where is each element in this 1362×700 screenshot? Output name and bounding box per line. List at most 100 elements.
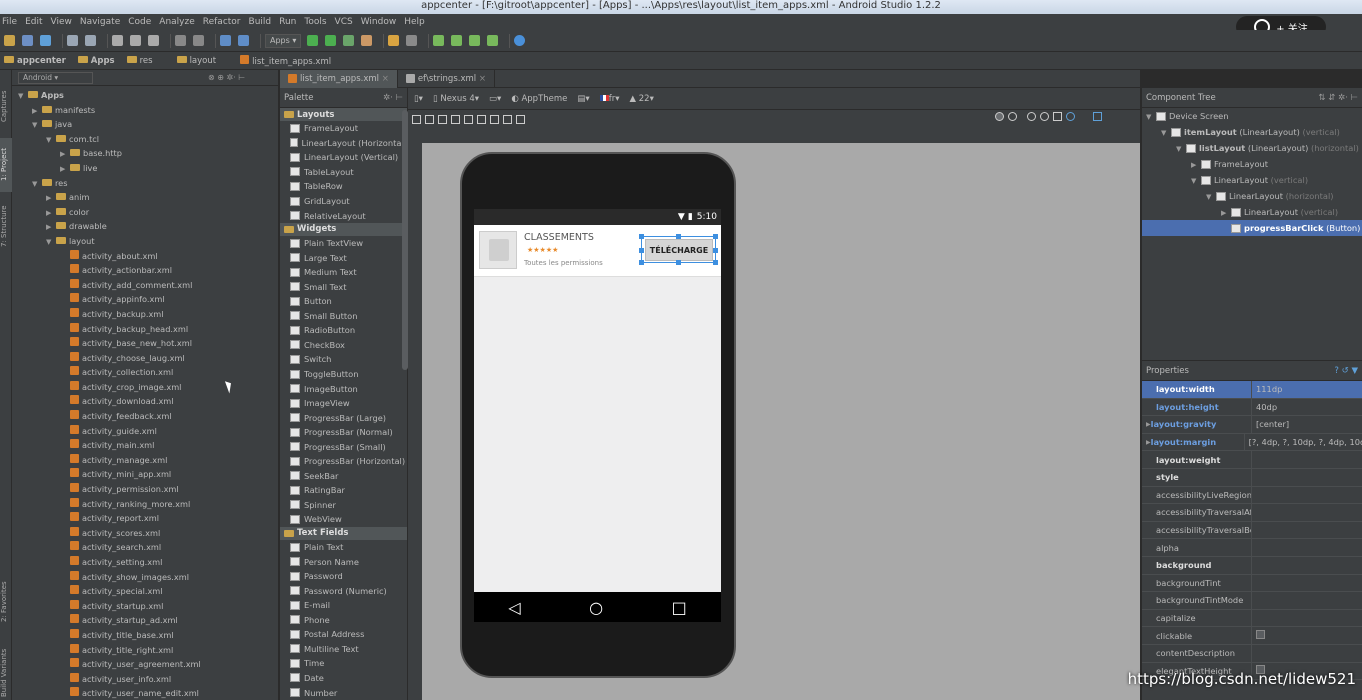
copy-icon[interactable] [130, 35, 141, 46]
paste-icon[interactable] [148, 35, 159, 46]
palette-item[interactable]: E-mail [280, 598, 407, 613]
tree-item[interactable]: activity_add_comment.xml [12, 278, 278, 293]
property-row[interactable]: layout:width 111dp [1142, 381, 1362, 399]
debug-icon[interactable] [325, 35, 337, 46]
property-row[interactable]: accessibilityTraversalBefore [1142, 521, 1362, 540]
match-height-icon[interactable] [464, 114, 473, 124]
run-icon[interactable] [307, 35, 319, 46]
expand-arrow-icon[interactable]: ▼ [32, 118, 42, 133]
expand-arrow-icon[interactable]: ▶ [1221, 205, 1231, 221]
expand-arrow-icon[interactable]: ▼ [1176, 141, 1186, 157]
tree-item[interactable]: activity_special.xml [12, 584, 278, 599]
expand-arrow-icon[interactable]: ▼ [1161, 125, 1171, 141]
vertical-layout-icon[interactable] [425, 114, 434, 124]
gradle-sync-icon[interactable] [433, 35, 445, 46]
tree-item[interactable]: activity_setting.xml [12, 555, 278, 570]
resize-handle[interactable] [639, 260, 644, 265]
palette-item[interactable]: WebView [280, 512, 407, 527]
tab-strings[interactable]: ef\ strings.xml × [398, 69, 495, 88]
property-row[interactable]: backgroundTintMode [1142, 592, 1362, 610]
palette-item[interactable]: Postal Address [280, 627, 407, 642]
component-tree-item[interactable]: ▶ FrameLayout [1142, 156, 1362, 172]
palette-item[interactable]: Password [280, 569, 407, 584]
palette-item[interactable]: ProgressBar (Normal) [280, 425, 407, 440]
menu-tools[interactable]: Tools [304, 17, 326, 27]
menu-edit[interactable]: Edit [25, 17, 42, 27]
tree-item[interactable]: activity_title_right.xml [12, 643, 278, 658]
palette-item[interactable]: Large Text [280, 250, 407, 265]
palette-group[interactable]: Text Fields [280, 526, 407, 540]
expand-arrow-icon[interactable]: ▼ [1191, 173, 1201, 189]
menu-vcs[interactable]: VCS [335, 17, 353, 27]
property-value[interactable]: 111dp [1252, 384, 1282, 394]
breadcrumb-project[interactable]: appcenter [4, 55, 66, 66]
resize-handle[interactable] [676, 234, 681, 239]
component-tree-item[interactable]: ▼ LinearLayout (horizontal) [1142, 188, 1362, 204]
structure-tab[interactable]: 7: Structure [0, 196, 12, 256]
forward-icon[interactable] [238, 35, 249, 46]
tree-item[interactable]: activity_download.xml [12, 394, 278, 409]
tree-item[interactable]: activity_collection.xml [12, 365, 278, 380]
tree-item[interactable]: ▶ anim [12, 190, 278, 205]
tree-item[interactable]: activity_startup_ad.xml [12, 613, 278, 628]
expand-arrow-icon[interactable]: ▼ [1206, 189, 1216, 205]
property-row[interactable]: ▶ layout:gravity [center] [1142, 416, 1362, 434]
tree-item[interactable]: ▼ res [12, 176, 278, 191]
menu-run[interactable]: Run [279, 17, 296, 27]
palette-item[interactable]: Multiline Text [280, 642, 407, 657]
property-row[interactable]: style [1142, 468, 1362, 487]
palette-item[interactable]: LinearLayout (Vertical) [280, 150, 407, 165]
component-tree-tools-icon[interactable]: ⇅ ⇵ ✲· ⊢ [1318, 93, 1358, 103]
match-width-icon[interactable] [451, 114, 460, 124]
palette-item[interactable]: ToggleButton [280, 367, 407, 382]
palette-item[interactable]: SeekBar [280, 469, 407, 484]
property-row[interactable]: ▶ layout:margin [?, 4dp, ?, 10dp, ?, 4dp,… [1142, 433, 1362, 452]
expand-arrow-icon[interactable]: ▶ [46, 220, 56, 235]
palette-item[interactable]: Plain Text [280, 540, 407, 555]
palette-item[interactable]: ImageButton [280, 381, 407, 396]
breadcrumb-module[interactable]: Apps [77, 55, 115, 66]
property-row[interactable]: accessibilityLiveRegion [1142, 486, 1362, 505]
palette-item[interactable]: ProgressBar (Small) [280, 439, 407, 454]
tab-list-item-apps[interactable]: list_item_apps.xml × [280, 69, 398, 88]
component-tree-item[interactable]: ▼ listLayout (LinearLayout) (horizontal) [1142, 140, 1362, 156]
palette-item[interactable]: Time [280, 656, 407, 671]
api-select[interactable]: ▲ 22▾ [630, 94, 654, 104]
tree-item[interactable]: ▶ drawable [12, 219, 278, 234]
expand-arrow-icon[interactable]: ▶ [60, 147, 70, 162]
zoom-out-icon[interactable] [1040, 112, 1049, 121]
avd-manager-icon[interactable] [451, 35, 463, 46]
resize-handle[interactable] [713, 234, 718, 239]
tree-item[interactable]: activity_choose_laug.xml [12, 351, 278, 366]
expand-arrow-icon[interactable]: ▶ [32, 104, 42, 119]
resize-handle[interactable] [676, 260, 681, 265]
component-tree-item[interactable]: ▶ LinearLayout (vertical) [1142, 204, 1362, 220]
palette-item[interactable]: Button [280, 294, 407, 309]
tree-item[interactable]: activity_guide.xml [12, 424, 278, 439]
back-icon[interactable] [220, 35, 231, 46]
properties-tools-icon[interactable]: ? ↺ ▼ [1334, 366, 1358, 376]
property-row[interactable]: background [1142, 556, 1362, 575]
cut-icon[interactable] [112, 35, 123, 46]
sdk-manager-icon[interactable] [469, 35, 481, 46]
palette-item[interactable]: Spinner [280, 498, 407, 513]
gravity-icon[interactable] [438, 114, 447, 124]
layout-variant-icon[interactable]: ▯▾ [414, 94, 423, 104]
android-monitor-icon[interactable] [487, 35, 499, 46]
horizontal-layout-icon[interactable] [412, 114, 421, 124]
tree-item[interactable]: ▼ com.tcl [12, 132, 278, 147]
palette-item[interactable]: RatingBar [280, 483, 407, 498]
palette-item[interactable]: TableLayout [280, 165, 407, 180]
tree-item[interactable]: activity_startup.xml [12, 599, 278, 614]
tree-item[interactable]: activity_crop_image.xml [12, 380, 278, 395]
tree-item[interactable]: activity_search.xml [12, 540, 278, 555]
close-icon[interactable]: × [382, 74, 389, 84]
palette-item[interactable]: RelativeLayout [280, 208, 407, 223]
sync-icon[interactable] [40, 35, 51, 46]
property-value[interactable] [1252, 630, 1265, 641]
palette-item[interactable]: Date [280, 671, 407, 686]
palette-settings-icon[interactable]: ✲· ⊢ [383, 93, 403, 103]
tree-item[interactable]: activity_user_info.xml [12, 672, 278, 687]
resize-handle[interactable] [713, 248, 718, 253]
menu-navigate[interactable]: Navigate [80, 17, 120, 27]
